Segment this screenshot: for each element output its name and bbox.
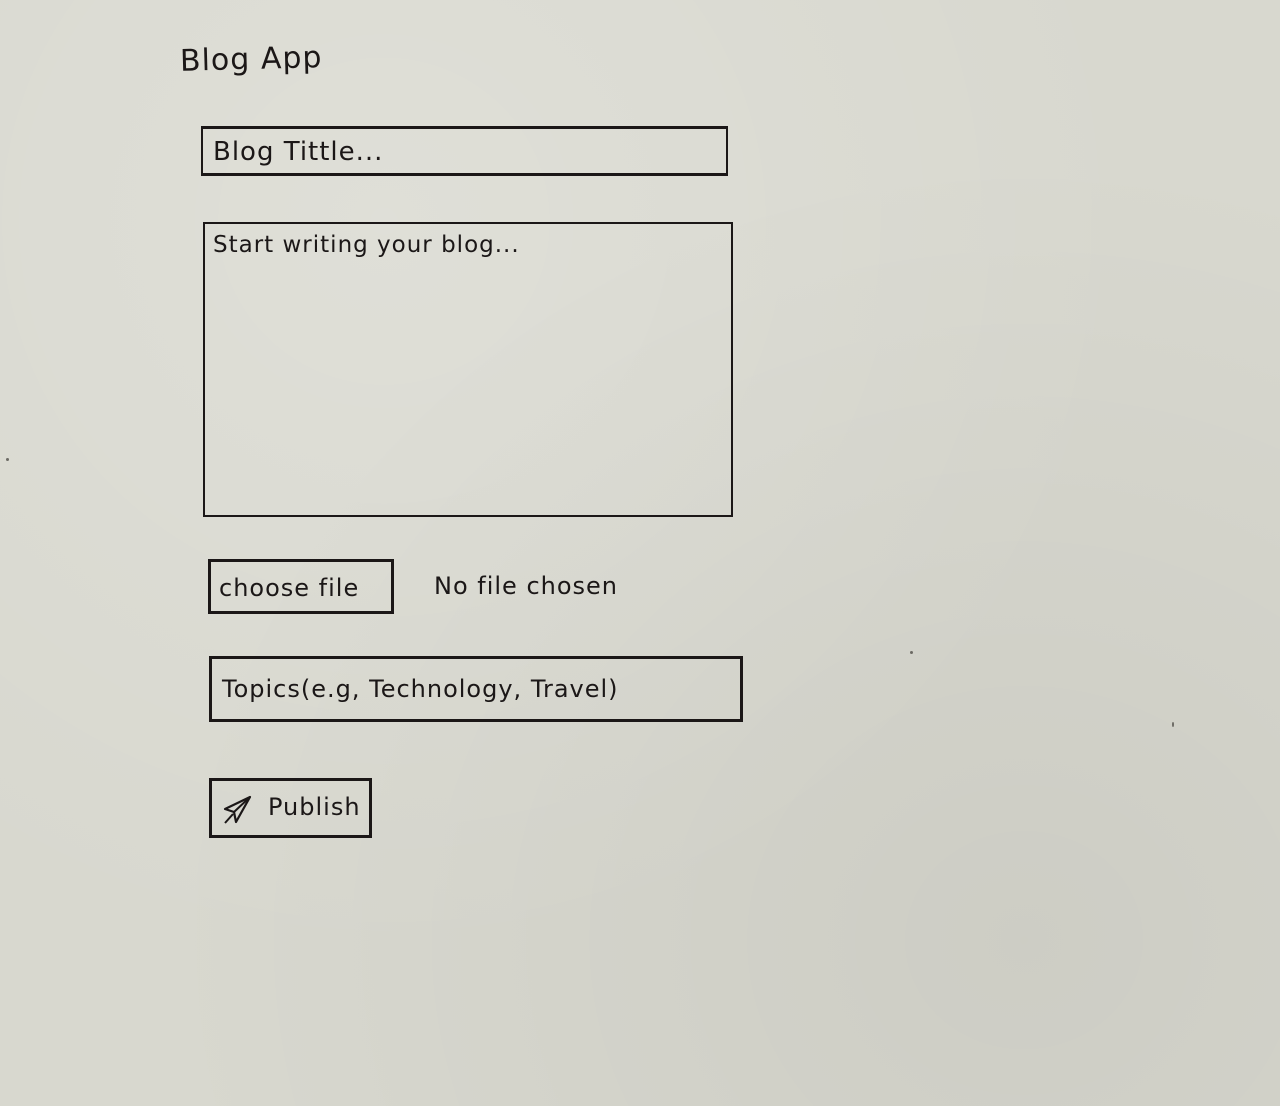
paper-speck — [910, 651, 913, 654]
blog-body-textarea[interactable]: Start writing your blog... — [203, 222, 733, 517]
blog-body-placeholder: Start writing your blog... — [213, 232, 520, 258]
blog-title-input[interactable]: Blog Tittle... — [201, 126, 728, 176]
topics-placeholder: Topics(e.g, Technology, Travel) — [222, 675, 619, 703]
send-icon — [223, 795, 252, 824]
paper-speck — [6, 458, 9, 461]
blog-title-placeholder: Blog Tittle... — [213, 137, 384, 167]
file-status-text: No file chosen — [434, 572, 619, 600]
topics-input[interactable]: Topics(e.g, Technology, Travel) — [209, 656, 743, 722]
publish-button[interactable]: Publish — [209, 778, 372, 838]
choose-file-label: choose file — [219, 574, 360, 602]
paper-speck — [1172, 722, 1174, 727]
publish-label: Publish — [268, 793, 361, 821]
choose-file-button[interactable]: choose file — [208, 559, 394, 614]
app-title: Blog App — [179, 40, 323, 79]
